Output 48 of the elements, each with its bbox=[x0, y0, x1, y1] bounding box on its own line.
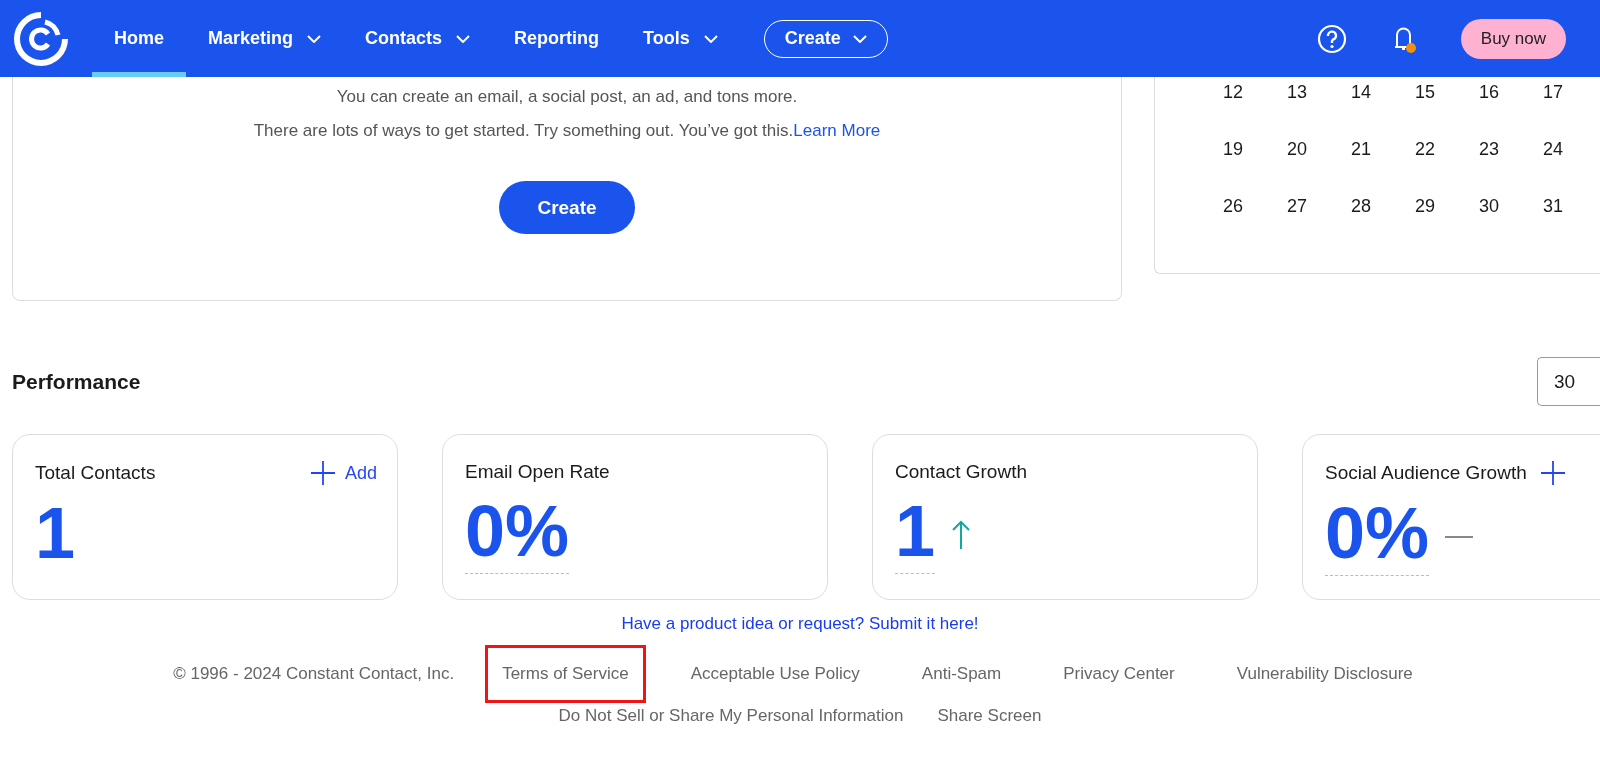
calendar-day[interactable]: 29 bbox=[1393, 196, 1457, 217]
metric-title: Total Contacts bbox=[35, 462, 156, 484]
period-select[interactable]: 30 bbox=[1537, 357, 1600, 406]
calendar-day[interactable]: 15 bbox=[1393, 82, 1457, 103]
calendar-day[interactable]: 21 bbox=[1329, 139, 1393, 160]
calendar-day[interactable]: 23 bbox=[1457, 139, 1521, 160]
footer-link[interactable]: Do Not Sell or Share My Personal Information bbox=[558, 700, 904, 732]
calendar-day[interactable]: 26 bbox=[1201, 196, 1265, 217]
product-idea-link[interactable]: Have a product idea or request? Submit it here! bbox=[621, 614, 979, 634]
intro-text: There are lots of ways to get started. Try something out. You’ve got this. bbox=[253, 121, 794, 141]
create-button[interactable]: Create bbox=[499, 181, 635, 234]
metric-value: 1 bbox=[895, 495, 936, 574]
calendar-day[interactable]: 19 bbox=[1201, 139, 1265, 160]
footer-link[interactable]: Vulnerability Disclosure bbox=[1222, 648, 1427, 700]
nav-tab[interactable]: Reporting bbox=[492, 0, 622, 77]
metric-value: 1 bbox=[35, 497, 76, 575]
nav-tab[interactable]: Marketing bbox=[186, 0, 344, 77]
calendar-day[interactable]: 28 bbox=[1329, 196, 1393, 217]
calendar-day[interactable]: 27 bbox=[1265, 196, 1329, 217]
calendar-day[interactable]: 30 bbox=[1457, 196, 1521, 217]
copyright-text: © 1996 - 2024 Constant Contact, Inc. bbox=[173, 664, 455, 684]
nav-tab[interactable]: Contacts bbox=[343, 0, 493, 77]
intro-text: You can create an email, a social post, an ad, and tons more. bbox=[336, 87, 798, 107]
footer-link[interactable]: Anti-Spam bbox=[907, 648, 1016, 700]
metric-title: Contact Growth bbox=[895, 461, 1027, 483]
calendar-day[interactable]: 12 bbox=[1201, 82, 1265, 103]
footer-link[interactable]: Privacy Center bbox=[1049, 648, 1189, 700]
performance-heading: Performance bbox=[12, 369, 141, 394]
nav-tab[interactable]: Home bbox=[92, 0, 186, 77]
metric-value: 0% bbox=[1325, 497, 1430, 576]
calendar-day[interactable]: 24 bbox=[1521, 139, 1585, 160]
footer-link[interactable]: Acceptable Use Policy bbox=[676, 648, 874, 700]
metric-title: Social Audience Growth bbox=[1325, 462, 1527, 484]
footer-link[interactable]: Terms of Service bbox=[488, 648, 643, 700]
calendar-day[interactable]: 31 bbox=[1521, 196, 1585, 217]
calendar-day[interactable]: 16 bbox=[1457, 82, 1521, 103]
calendar-day[interactable]: 13 bbox=[1265, 82, 1329, 103]
buy-now-button[interactable]: Buy now bbox=[1460, 18, 1566, 59]
add-link[interactable]: Add bbox=[310, 461, 377, 485]
nav-tab[interactable]: Tools bbox=[621, 0, 740, 77]
calendar-day[interactable]: 20 bbox=[1265, 139, 1329, 160]
footer-link[interactable]: Share Screen bbox=[937, 700, 1042, 732]
calendar-day[interactable]: 17 bbox=[1521, 82, 1585, 103]
calendar-day[interactable]: 14 bbox=[1329, 82, 1393, 103]
learn-more-link[interactable]: Learn More bbox=[793, 121, 881, 141]
calendar-day[interactable]: 22 bbox=[1393, 139, 1457, 160]
metric-value: 0% bbox=[465, 495, 570, 574]
metric-title: Email Open Rate bbox=[465, 461, 610, 483]
